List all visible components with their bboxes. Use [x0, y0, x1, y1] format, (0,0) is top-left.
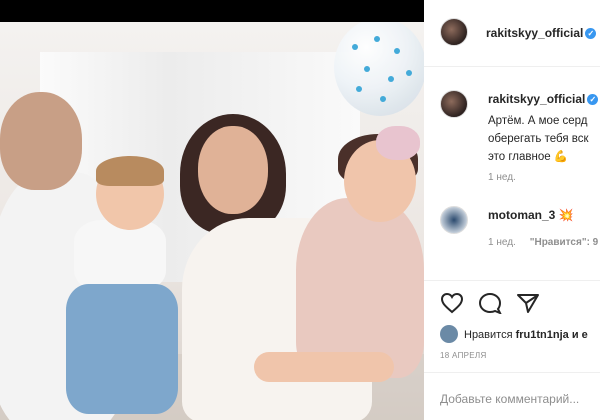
divider — [424, 372, 600, 373]
heart-icon[interactable] — [440, 292, 464, 314]
author-avatar[interactable] — [440, 18, 468, 46]
comment-like-count[interactable]: "Нравится": 9 — [530, 237, 599, 248]
author-username[interactable]: rakitskyy_official ✓ — [486, 26, 597, 40]
balloon-confetti — [364, 66, 370, 72]
likes-summary: Нравится fru1tn1nja и е — [440, 325, 588, 343]
comment-icon[interactable] — [478, 292, 502, 314]
liker-avatar[interactable] — [440, 325, 458, 343]
caption-author[interactable]: rakitskyy_official ✓ — [488, 92, 599, 106]
verified-badge-icon: ✓ — [585, 28, 597, 39]
caption-line: это главное 💪 — [488, 148, 600, 166]
divider — [424, 280, 600, 281]
baby-shirt — [74, 220, 166, 292]
balloon-confetti — [406, 70, 412, 76]
balloon-confetti — [374, 36, 380, 42]
caption-line-text: это главное — [488, 151, 551, 163]
baby-hair — [96, 156, 164, 186]
caption-line: Артём. А мое серд — [488, 115, 588, 127]
author-username-text[interactable]: rakitskyy_official — [486, 26, 583, 40]
comment-avatar[interactable] — [440, 206, 468, 234]
liker-username[interactable]: fru1tn1nja — [516, 329, 569, 341]
verified-badge-icon: ✓ — [587, 94, 599, 105]
man-head — [0, 92, 82, 190]
comment-header: motoman_3 💥 — [488, 208, 574, 222]
girl-leg — [254, 352, 394, 382]
collision-emoji: 💥 — [558, 208, 574, 222]
caption-line: оберегать тебя вск — [488, 133, 589, 145]
comment-meta: 1 нед. "Нравится": 9 — [488, 237, 598, 248]
caption-time[interactable]: 1 нед. — [488, 172, 516, 183]
flexed-biceps-emoji: 💪 — [553, 151, 569, 163]
comment-username[interactable]: motoman_3 — [488, 208, 555, 222]
girl-hair-bow — [376, 126, 420, 160]
caption-author-text[interactable]: rakitskyy_official — [488, 92, 585, 106]
post-sidebar: rakitskyy_official ✓ rakitskyy_official ✓ … — [424, 0, 600, 420]
balloon-confetti — [380, 96, 386, 102]
likes-prefix: Нравится — [464, 329, 513, 341]
share-icon[interactable] — [516, 292, 540, 314]
baby-jeans — [66, 284, 178, 414]
post-date[interactable]: 18 АПРЕЛЯ — [440, 351, 487, 360]
likes-others[interactable]: и е — [572, 329, 588, 341]
post-caption: Артём. А мое серд оберегать тебя вск это… — [488, 112, 600, 166]
balloon-confetti — [356, 86, 362, 92]
post-photo[interactable] — [0, 22, 424, 420]
post-header: rakitskyy_official ✓ — [424, 0, 600, 67]
balloon-confetti — [388, 76, 394, 82]
add-comment-input[interactable]: Добавьте комментарий... — [440, 392, 579, 406]
comment-time[interactable]: 1 нед. — [488, 237, 516, 248]
girl-dress — [296, 198, 424, 378]
caption-avatar[interactable] — [440, 90, 468, 118]
balloon-confetti — [394, 48, 400, 54]
balloon — [334, 22, 424, 116]
woman-face — [198, 126, 268, 214]
balloon-confetti — [352, 44, 358, 50]
